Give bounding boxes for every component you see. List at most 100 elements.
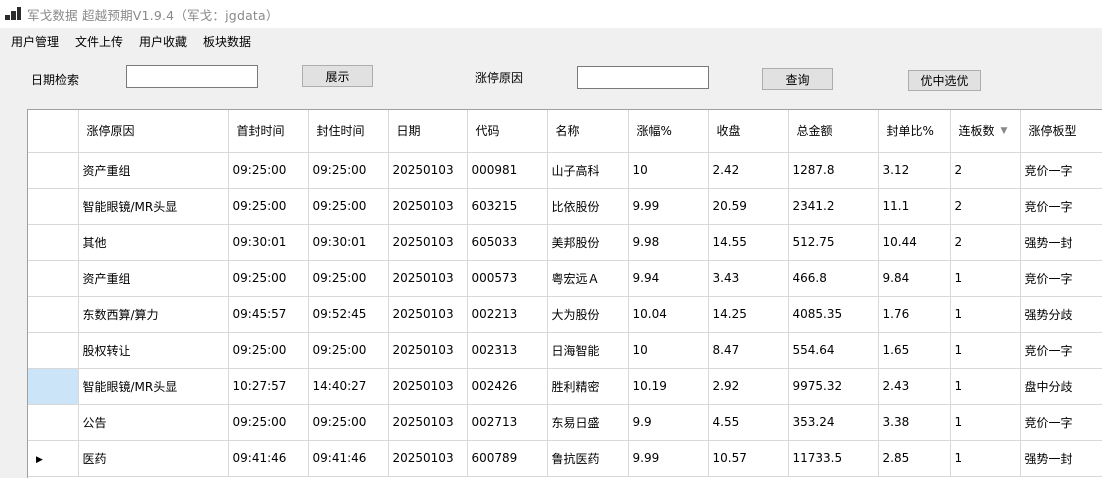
col-name-cell[interactable]: 大为股份: [547, 296, 629, 333]
col-name-cell[interactable]: 比依股份: [547, 188, 629, 225]
col-close-cell[interactable]: 2.92: [708, 368, 789, 405]
col-seal-time-cell[interactable]: 09:25:00: [308, 404, 389, 441]
col-total-amount-cell[interactable]: 554.64: [788, 332, 879, 369]
col-date-cell[interactable]: 20250103: [388, 440, 468, 477]
table-row[interactable]: 智能眼镜/MR头显 10:27:57 14:40:27 20250103 002426 胜…: [28, 368, 1102, 405]
col-total-amount-cell[interactable]: 4085.35: [788, 296, 879, 333]
col-change-pct-header[interactable]: 涨幅%: [628, 110, 709, 153]
query-button[interactable]: 查询: [762, 68, 833, 90]
menu-sector-data[interactable]: 板块数据: [195, 30, 259, 53]
col-date-cell[interactable]: 20250103: [388, 260, 468, 297]
col-limit-reason-cell[interactable]: 股权转让: [78, 332, 229, 369]
col-code-cell[interactable]: 000573: [467, 260, 548, 297]
col-consecutive-boards-cell[interactable]: 2: [950, 188, 1021, 225]
show-button[interactable]: 展示: [302, 65, 373, 87]
col-seal-ratio-cell[interactable]: 3.12: [878, 152, 951, 189]
col-change-pct-cell[interactable]: 10: [628, 332, 709, 369]
col-seal-time-cell[interactable]: 09:30:01: [308, 224, 389, 261]
table-row[interactable]: 股权转让 09:25:00 09:25:00 20250103 002313 日海智能 10…: [28, 332, 1102, 369]
row-header[interactable]: [28, 296, 79, 333]
col-seal-time-cell[interactable]: 14:40:27: [308, 368, 389, 405]
row-header[interactable]: [28, 332, 79, 369]
col-name-cell[interactable]: 山子高科: [547, 152, 629, 189]
col-limit-reason-cell[interactable]: 智能眼镜/MR头显: [78, 188, 229, 225]
col-close-cell[interactable]: 4.55: [708, 404, 789, 441]
col-first-seal-time-cell[interactable]: 09:30:01: [228, 224, 309, 261]
col-total-amount-cell[interactable]: 9975.32: [788, 368, 879, 405]
col-close-cell[interactable]: 3.43: [708, 260, 789, 297]
col-limit-reason-cell[interactable]: 智能眼镜/MR头显: [78, 368, 229, 405]
col-board-type-cell[interactable]: 竞价一字: [1020, 188, 1102, 225]
date-search-input[interactable]: [126, 65, 258, 88]
col-seal-time-cell[interactable]: 09:52:45: [308, 296, 389, 333]
col-code-cell[interactable]: 002213: [467, 296, 548, 333]
col-close-cell[interactable]: 14.25: [708, 296, 789, 333]
col-name-cell[interactable]: 鲁抗医药: [547, 440, 629, 477]
col-first-seal-time-cell[interactable]: 10:27:57: [228, 368, 309, 405]
menu-user-management[interactable]: 用户管理: [3, 30, 67, 53]
col-seal-ratio-cell[interactable]: 3.38: [878, 404, 951, 441]
col-consecutive-boards-cell[interactable]: 2: [950, 152, 1021, 189]
col-change-pct-cell[interactable]: 9.98: [628, 224, 709, 261]
col-total-amount-cell[interactable]: 11733.5: [788, 440, 879, 477]
col-board-type-cell[interactable]: 盘中分歧: [1020, 368, 1102, 405]
col-name-cell[interactable]: 日海智能: [547, 332, 629, 369]
col-date-cell[interactable]: 20250103: [388, 188, 468, 225]
col-first-seal-time-cell[interactable]: 09:25:00: [228, 188, 309, 225]
col-limit-reason-cell[interactable]: 其他: [78, 224, 229, 261]
menu-user-favorites[interactable]: 用户收藏: [131, 30, 195, 53]
data-grid[interactable]: 涨停原因 首封时间 封住时间 日期 代码 名称 涨幅% 收盘 总金额 封单比% 连板数 ▼ 涨停板型 资…: [27, 109, 1102, 478]
col-first-seal-time-cell[interactable]: 09:25:00: [228, 332, 309, 369]
col-first-seal-time-cell[interactable]: 09:45:57: [228, 296, 309, 333]
col-first-seal-time-cell[interactable]: 09:25:00: [228, 260, 309, 297]
col-board-type-header[interactable]: 涨停板型: [1020, 110, 1102, 153]
col-code-header[interactable]: 代码: [467, 110, 548, 153]
row-header[interactable]: [28, 260, 79, 297]
reason-input[interactable]: [577, 66, 709, 89]
col-consecutive-boards-cell[interactable]: 1: [950, 332, 1021, 369]
row-header[interactable]: [28, 224, 79, 261]
col-first-seal-time-cell[interactable]: 09:41:46: [228, 440, 309, 477]
col-total-amount-cell[interactable]: 466.8: [788, 260, 879, 297]
col-consecutive-boards-cell[interactable]: 1: [950, 260, 1021, 297]
col-code-cell[interactable]: 002313: [467, 332, 548, 369]
col-date-cell[interactable]: 20250103: [388, 404, 468, 441]
col-total-amount-header[interactable]: 总金额: [788, 110, 879, 153]
col-seal-time-header[interactable]: 封住时间: [308, 110, 389, 153]
corner-header[interactable]: [28, 110, 79, 153]
col-name-cell[interactable]: 胜利精密: [547, 368, 629, 405]
col-total-amount-cell[interactable]: 353.24: [788, 404, 879, 441]
col-code-cell[interactable]: 002713: [467, 404, 548, 441]
col-consecutive-boards-header[interactable]: 连板数 ▼: [950, 110, 1021, 153]
col-name-cell[interactable]: 东易日盛: [547, 404, 629, 441]
col-board-type-cell[interactable]: 竞价一字: [1020, 152, 1102, 189]
col-code-cell[interactable]: 605033: [467, 224, 548, 261]
row-header[interactable]: [28, 368, 79, 405]
col-seal-time-cell[interactable]: 09:25:00: [308, 260, 389, 297]
col-close-cell[interactable]: 2.42: [708, 152, 789, 189]
table-row[interactable]: 智能眼镜/MR头显 09:25:00 09:25:00 20250103 603215 比…: [28, 188, 1102, 225]
col-close-cell[interactable]: 14.55: [708, 224, 789, 261]
col-date-cell[interactable]: 20250103: [388, 152, 468, 189]
col-name-header[interactable]: 名称: [547, 110, 629, 153]
col-limit-reason-header[interactable]: 涨停原因: [78, 110, 229, 153]
table-row[interactable]: ▶ 医药 09:41:46 09:41:46 20250103 600789 鲁抗医药 9.9…: [28, 440, 1102, 477]
col-date-cell[interactable]: 20250103: [388, 368, 468, 405]
col-change-pct-cell[interactable]: 9.99: [628, 440, 709, 477]
row-header[interactable]: [28, 152, 79, 189]
col-total-amount-cell[interactable]: 512.75: [788, 224, 879, 261]
col-change-pct-cell[interactable]: 9.94: [628, 260, 709, 297]
col-total-amount-cell[interactable]: 2341.2: [788, 188, 879, 225]
col-board-type-cell[interactable]: 强势一封: [1020, 224, 1102, 261]
col-seal-ratio-cell[interactable]: 1.65: [878, 332, 951, 369]
col-date-cell[interactable]: 20250103: [388, 296, 468, 333]
col-close-cell[interactable]: 8.47: [708, 332, 789, 369]
col-seal-time-cell[interactable]: 09:41:46: [308, 440, 389, 477]
col-seal-ratio-cell[interactable]: 2.43: [878, 368, 951, 405]
col-limit-reason-cell[interactable]: 公告: [78, 404, 229, 441]
col-date-cell[interactable]: 20250103: [388, 332, 468, 369]
col-consecutive-boards-cell[interactable]: 1: [950, 440, 1021, 477]
col-close-cell[interactable]: 10.57: [708, 440, 789, 477]
col-seal-time-cell[interactable]: 09:25:00: [308, 152, 389, 189]
col-consecutive-boards-cell[interactable]: 1: [950, 296, 1021, 333]
